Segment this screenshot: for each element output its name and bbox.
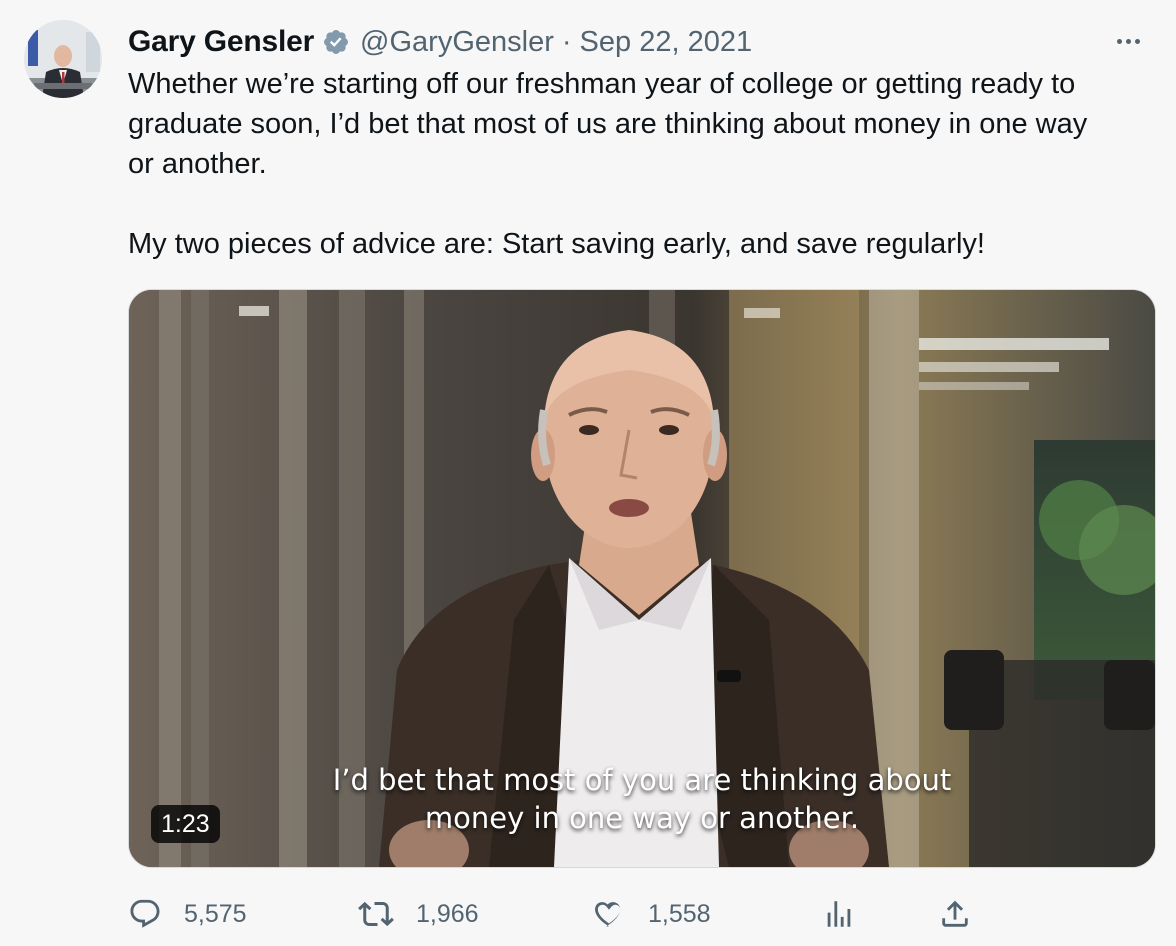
separator-dot: · bbox=[561, 25, 572, 58]
author-name[interactable]: Gary Gensler bbox=[128, 25, 314, 59]
tweet-actions: 5,575 1,966 1,558 bbox=[128, 893, 1158, 935]
avatar-image bbox=[24, 20, 102, 98]
retweet-count: 1,966 bbox=[416, 899, 479, 928]
tweet-header: Gary Gensler @GaryGensler · Sep 22, 2021 bbox=[128, 22, 752, 62]
video-caption-line-1: I’d bet that most of you are thinking ab… bbox=[332, 763, 952, 797]
more-options-icon[interactable] bbox=[1108, 26, 1148, 56]
retweet-button[interactable]: 1,966 bbox=[358, 893, 479, 935]
tweet-text: Whether we’re starting off our freshman … bbox=[128, 68, 1088, 260]
video-player[interactable]: I’d bet that most of you are thinking ab… bbox=[128, 289, 1156, 868]
tweet-date[interactable]: Sep 22, 2021 bbox=[580, 26, 753, 59]
video-duration-badge: 1:23 bbox=[151, 805, 220, 843]
verified-badge-icon bbox=[322, 28, 350, 56]
reply-button[interactable]: 5,575 bbox=[128, 893, 247, 935]
analytics-icon bbox=[827, 901, 851, 927]
share-button[interactable] bbox=[938, 893, 972, 935]
like-icon bbox=[595, 902, 621, 927]
reply-icon bbox=[130, 899, 160, 928]
share-icon bbox=[942, 900, 968, 927]
like-count: 1,558 bbox=[648, 899, 711, 928]
video-caption-line-2: money in one way or another. bbox=[424, 801, 860, 835]
retweet-icon bbox=[358, 901, 394, 927]
author-handle[interactable]: @GaryGensler bbox=[360, 26, 554, 59]
reply-count: 5,575 bbox=[184, 899, 247, 928]
views-button[interactable] bbox=[822, 893, 856, 935]
like-button[interactable]: 1,558 bbox=[592, 893, 711, 935]
author-avatar[interactable] bbox=[24, 20, 102, 98]
